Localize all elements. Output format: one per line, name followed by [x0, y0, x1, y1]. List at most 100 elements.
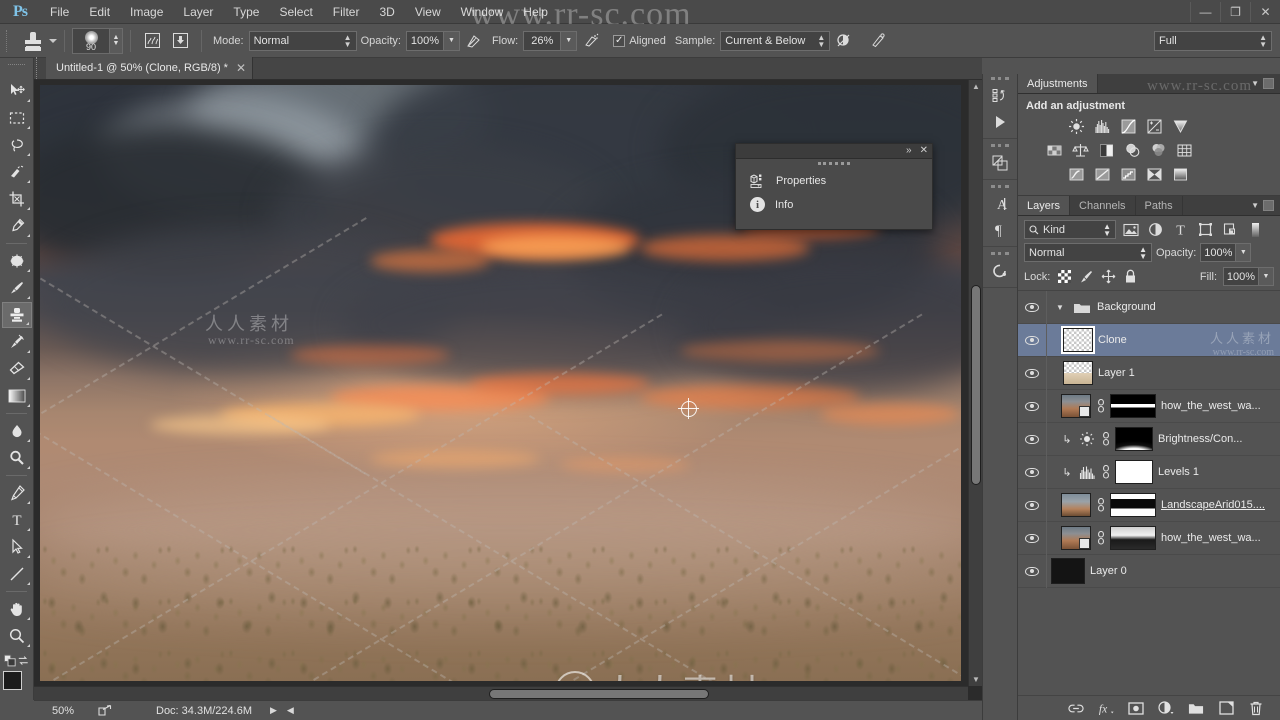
table-row[interactable]: ▼ Background — [1018, 290, 1280, 324]
hand-tool[interactable] — [2, 596, 32, 622]
rectangular-marquee-tool[interactable] — [2, 105, 32, 131]
link-mask-icon[interactable] — [1096, 531, 1105, 545]
chevron-down-icon[interactable]: ▼ — [1251, 79, 1259, 88]
tool-preset-chevron-down-icon[interactable] — [49, 38, 57, 43]
canvas-vertical-scrollbar[interactable]: ▲ ▼ — [968, 80, 982, 686]
swap-colors-icon[interactable] — [17, 654, 30, 668]
layer-opacity-value[interactable]: 100% — [1200, 243, 1237, 262]
flow-value[interactable]: 26% — [523, 30, 562, 51]
menu-layer[interactable]: Layer — [173, 0, 223, 24]
layer-name[interactable]: Brightness/Con... — [1158, 433, 1242, 445]
gradient-map-icon[interactable] — [1170, 164, 1190, 184]
layer-thumbnail[interactable] — [1063, 361, 1093, 385]
menu-image[interactable]: Image — [120, 0, 173, 24]
table-row[interactable]: Clone 人人素材 www.rr-sc.com — [1018, 323, 1280, 358]
photo-filter-icon[interactable] — [1122, 140, 1142, 160]
tab-adjustments[interactable]: Adjustments — [1018, 74, 1098, 93]
layer-thumbnail[interactable] — [1061, 493, 1091, 517]
layer-name[interactable]: Layer 0 — [1090, 565, 1127, 577]
fill-chevron-down-icon[interactable]: ▼ — [1259, 267, 1274, 286]
menu-window[interactable]: Window — [451, 0, 514, 24]
table-row[interactable]: ↳ Levels 1 — [1018, 455, 1280, 489]
channel-mixer-icon[interactable] — [1148, 140, 1168, 160]
tab-paths[interactable]: Paths — [1136, 196, 1183, 215]
canvas-area[interactable]: 人人素材 www.rr-sc.com M 人人素材 ▲ ▼ » ✕ — [34, 80, 982, 700]
pen-tool[interactable] — [2, 480, 32, 506]
layer-thumbnail[interactable] — [1051, 558, 1085, 584]
menu-view[interactable]: View — [405, 0, 451, 24]
flow-control[interactable]: 26% ▼ — [523, 30, 578, 51]
pixel-filter-icon[interactable] — [1120, 220, 1141, 239]
filter-toggle-icon[interactable] — [1245, 220, 1266, 239]
new-adjustment-icon[interactable] — [1158, 700, 1174, 716]
history-brush-tool[interactable] — [2, 329, 32, 355]
adjustment-filter-icon[interactable] — [1145, 220, 1166, 239]
layer-name[interactable]: Clone — [1098, 334, 1127, 346]
table-row[interactable]: Layer 0 — [1018, 554, 1280, 588]
layer-style-icon[interactable]: fx — [1098, 700, 1114, 716]
table-row[interactable]: how_the_west_wa... — [1018, 389, 1280, 423]
menu-select[interactable]: Select — [269, 0, 322, 24]
blur-tool[interactable] — [2, 418, 32, 444]
timeline-icon[interactable] — [983, 258, 1017, 284]
brightness-contrast-icon[interactable] — [1066, 116, 1086, 136]
dock-grip[interactable] — [983, 74, 1017, 83]
layer-visibility-toggle[interactable] — [1018, 335, 1046, 345]
pressure-size-toggle[interactable] — [866, 29, 890, 53]
adjustments-panel-menu[interactable]: ▼ — [1251, 74, 1280, 93]
link-mask-icon[interactable] — [1096, 498, 1105, 512]
layer-filter-kind-select[interactable]: Kind ▲ ▼ — [1024, 220, 1116, 239]
lock-transparency-icon[interactable] — [1056, 269, 1072, 285]
close-icon[interactable]: ✕ — [920, 146, 928, 156]
layer-mask-thumbnail[interactable] — [1110, 526, 1156, 550]
menu-edit[interactable]: Edit — [79, 0, 120, 24]
lock-position-icon[interactable] — [1100, 269, 1116, 285]
character-icon[interactable]: A — [983, 191, 1017, 217]
curves-icon[interactable] — [1118, 116, 1138, 136]
menu-3d[interactable]: 3D — [369, 0, 404, 24]
blend-mode-select[interactable]: Normal ▲ ▼ — [248, 30, 357, 51]
table-row[interactable]: ↳ Brightness/Con... — [1018, 422, 1280, 456]
menu-filter[interactable]: Filter — [323, 0, 370, 24]
workspace-select[interactable]: Full ▲ ▼ — [1154, 30, 1272, 51]
type-filter-icon[interactable]: T — [1170, 220, 1191, 239]
foreground-color-swatch[interactable] — [2, 671, 22, 690]
link-mask-icon[interactable] — [1101, 432, 1110, 446]
layer-name[interactable]: Layer 1 — [1098, 367, 1135, 379]
color-balance-icon[interactable] — [1070, 140, 1090, 160]
chevron-down-icon[interactable]: ▼ — [1053, 303, 1067, 312]
link-mask-icon[interactable] — [1101, 465, 1110, 479]
share-icon[interactable] — [92, 704, 118, 717]
layer-comps-icon[interactable] — [983, 150, 1017, 176]
sample-select[interactable]: Current & Below ▲ ▼ — [720, 30, 831, 51]
gradient-tool[interactable] — [2, 383, 32, 409]
new-group-icon[interactable] — [1188, 700, 1204, 716]
document-tab[interactable]: Untitled-1 @ 50% (Clone, RGB/8) * ✕ — [46, 57, 254, 79]
default-colors-icon[interactable] — [4, 654, 17, 668]
layer-mask-icon[interactable] — [1128, 700, 1144, 716]
pressure-opacity-toggle[interactable] — [462, 29, 486, 53]
toggle-brush-panel-button[interactable] — [140, 29, 164, 53]
smart-object-filter-icon[interactable] — [1220, 220, 1241, 239]
vibrance-icon[interactable] — [1170, 116, 1190, 136]
hue-saturation-icon[interactable] — [1044, 140, 1064, 160]
layer-visibility-toggle[interactable] — [1018, 368, 1046, 378]
layer-name[interactable]: LandscapeArid015.... — [1161, 499, 1265, 511]
minimize-button[interactable]: — — [1190, 1, 1220, 22]
tab-layers[interactable]: Layers — [1018, 196, 1071, 215]
tools-panel-grip[interactable] — [8, 64, 25, 74]
canvas-horizontal-scrollbar[interactable] — [34, 686, 968, 700]
layer-thumbnail[interactable] — [1061, 394, 1091, 418]
new-layer-icon[interactable] — [1218, 700, 1234, 716]
dodge-tool[interactable] — [2, 445, 32, 471]
line-tool[interactable] — [2, 561, 32, 587]
invert-icon[interactable] — [1066, 164, 1086, 184]
link-mask-icon[interactable] — [1096, 399, 1105, 413]
flow-chevron-down-icon[interactable]: ▼ — [561, 30, 578, 51]
history-icon[interactable] — [983, 83, 1017, 109]
tab-strip-grip[interactable] — [36, 57, 46, 79]
vertical-scroll-thumb[interactable] — [971, 285, 981, 485]
lasso-tool[interactable] — [2, 132, 32, 158]
layer-opacity-control[interactable]: 100% ▼ — [1200, 243, 1252, 262]
quick-selection-tool[interactable] — [2, 159, 32, 185]
